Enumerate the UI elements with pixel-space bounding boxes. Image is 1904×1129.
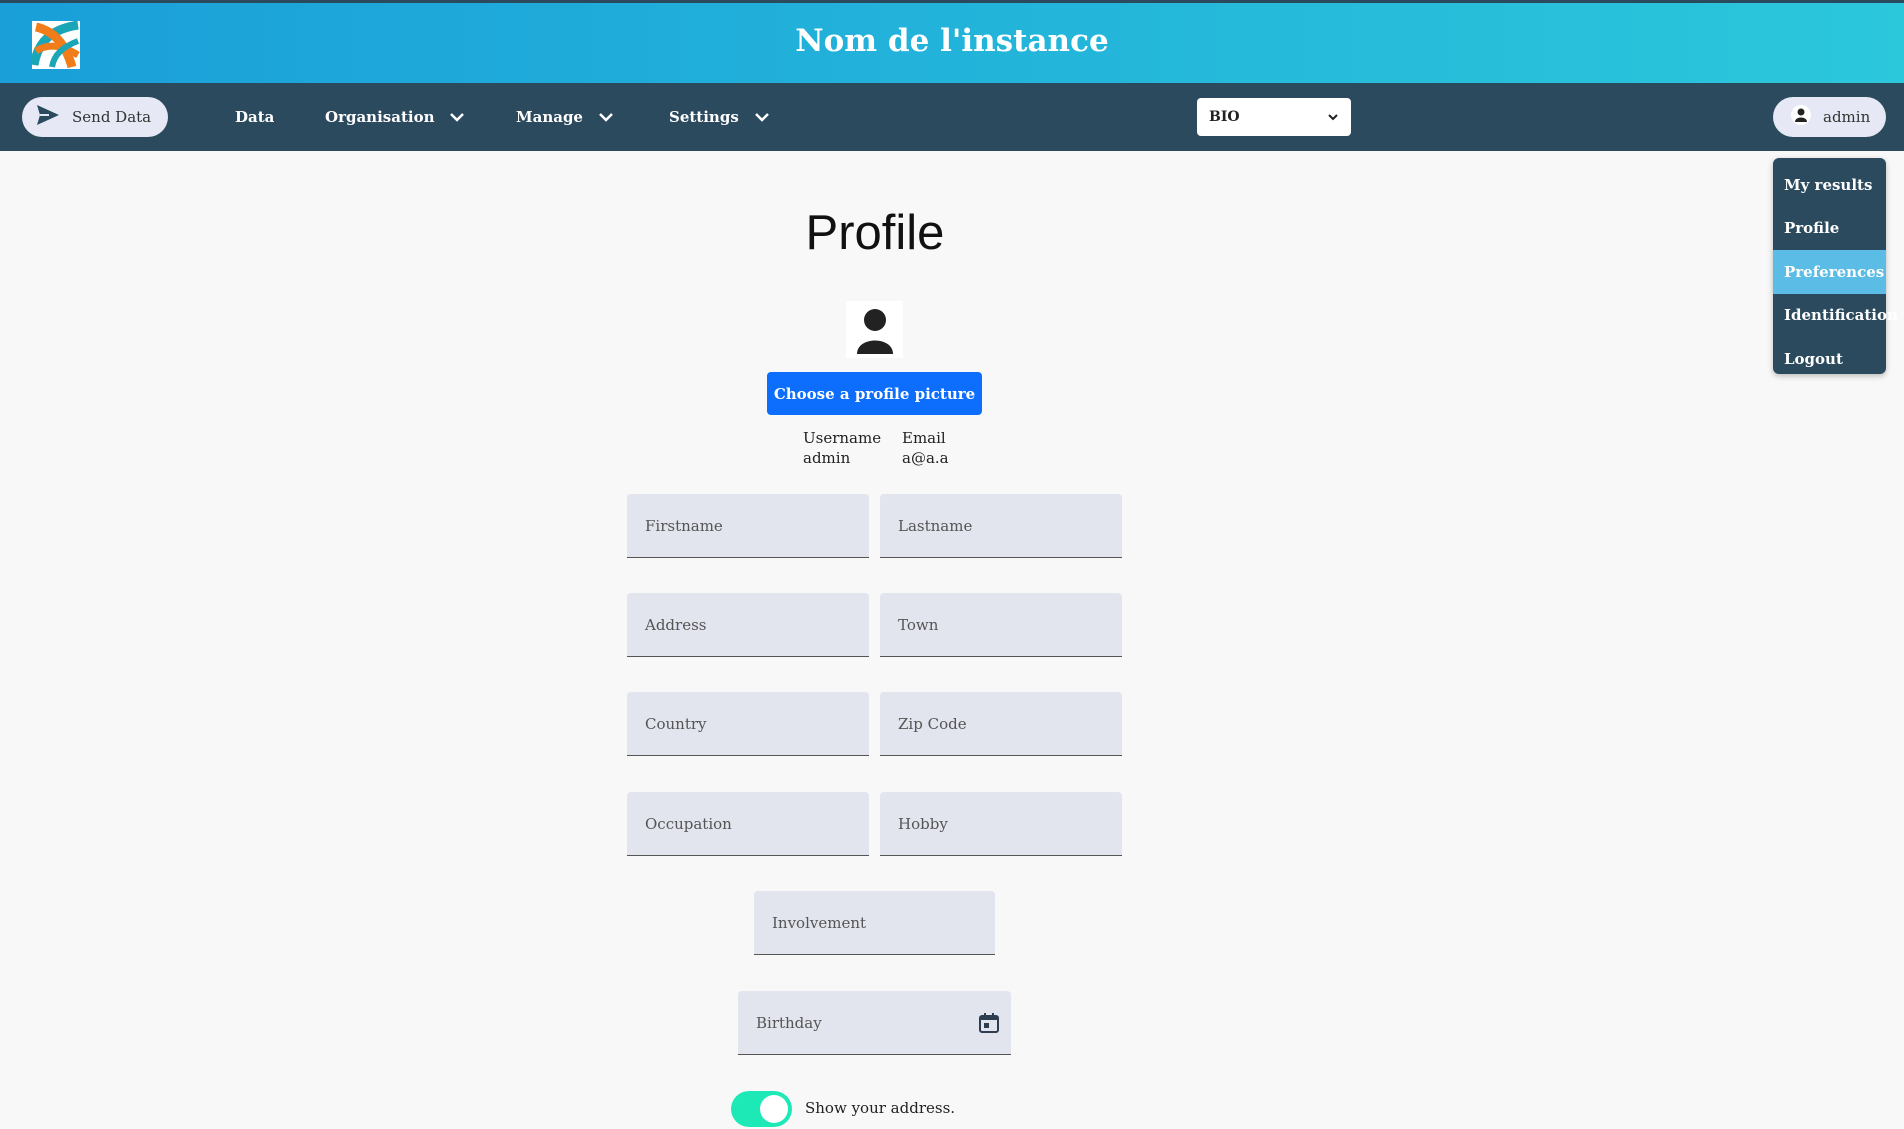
hobby-field[interactable]: Hobby	[880, 792, 1122, 856]
firstname-placeholder: Firstname	[645, 516, 723, 535]
lastname-field[interactable]: Lastname	[880, 494, 1122, 558]
instance-title: Nom de l'instance	[795, 23, 1109, 59]
nav-manage-label: Manage	[516, 108, 583, 126]
page-title: Profile	[805, 206, 945, 260]
chevron-down-icon	[599, 113, 613, 122]
email-label: Email	[902, 429, 946, 447]
lastname-placeholder: Lastname	[898, 516, 973, 535]
occupation-placeholder: Occupation	[645, 814, 732, 833]
send-data-button[interactable]: Send Data	[22, 97, 168, 137]
nav-organisation-label: Organisation	[325, 108, 435, 126]
menu-item-my-results[interactable]: My results	[1773, 163, 1886, 207]
birthday-placeholder: Birthday	[756, 1013, 822, 1032]
menu-item-profile[interactable]: Profile	[1773, 207, 1886, 251]
nav-data-label: Data	[235, 108, 275, 126]
hobby-placeholder: Hobby	[898, 814, 948, 833]
menu-item-logout[interactable]: Logout	[1773, 337, 1886, 381]
email-info: Email a@a.a	[902, 428, 949, 468]
show-address-label: Show your address.	[805, 1099, 956, 1117]
profile-avatar	[846, 301, 903, 358]
toggle-knob	[760, 1095, 788, 1123]
menu-item-preferences[interactable]: Preferences	[1773, 250, 1886, 294]
chevron-down-icon	[754, 113, 769, 122]
username-label: Username	[803, 429, 882, 447]
user-menu-button[interactable]: admin	[1773, 97, 1886, 137]
top-banner: Nom de l'instance	[0, 0, 1904, 83]
occupation-field[interactable]: Occupation	[627, 792, 869, 856]
calendar-icon[interactable]	[977, 1011, 1001, 1035]
instance-select[interactable]: BIO	[1197, 98, 1351, 136]
nav-data[interactable]: Data	[235, 83, 274, 151]
town-placeholder: Town	[898, 615, 939, 634]
chevron-down-icon	[450, 113, 465, 122]
menu-item-identification[interactable]: Identification	[1773, 294, 1898, 338]
country-field[interactable]: Country	[627, 692, 869, 756]
show-address-toggle[interactable]	[731, 1091, 792, 1127]
nav-organisation[interactable]: Organisation	[325, 83, 466, 151]
chevron-down-icon	[1328, 114, 1338, 121]
send-icon	[36, 104, 60, 130]
choose-profile-picture-button[interactable]: Choose a profile picture	[767, 372, 982, 415]
zip-code-placeholder: Zip Code	[898, 714, 967, 733]
birthday-field[interactable]: Birthday	[738, 991, 1011, 1055]
country-placeholder: Country	[645, 714, 707, 733]
nav-manage[interactable]: Manage	[516, 83, 615, 151]
involvement-placeholder: Involvement	[772, 913, 867, 932]
nav-settings-label: Settings	[669, 108, 739, 126]
send-data-label: Send Data	[72, 108, 152, 126]
user-label: admin	[1823, 108, 1871, 126]
username-info: Username admin	[803, 428, 881, 468]
instance-select-value: BIO	[1209, 109, 1240, 125]
town-field[interactable]: Town	[880, 593, 1122, 657]
nav-settings[interactable]: Settings	[669, 83, 771, 151]
username-value: admin	[803, 449, 851, 467]
user-icon	[856, 308, 893, 354]
user-dropdown-menu: My results Profile Preferences Identific…	[1773, 158, 1898, 374]
user-avatar-icon	[1791, 105, 1811, 129]
involvement-field[interactable]: Involvement	[754, 891, 995, 955]
address-placeholder: Address	[645, 615, 707, 634]
address-field[interactable]: Address	[627, 593, 869, 657]
email-value: a@a.a	[902, 449, 949, 467]
navbar: Send Data Data Organisation Manage Setti…	[0, 83, 1904, 151]
zip-code-field[interactable]: Zip Code	[880, 692, 1122, 756]
firstname-field[interactable]: Firstname	[627, 494, 869, 558]
